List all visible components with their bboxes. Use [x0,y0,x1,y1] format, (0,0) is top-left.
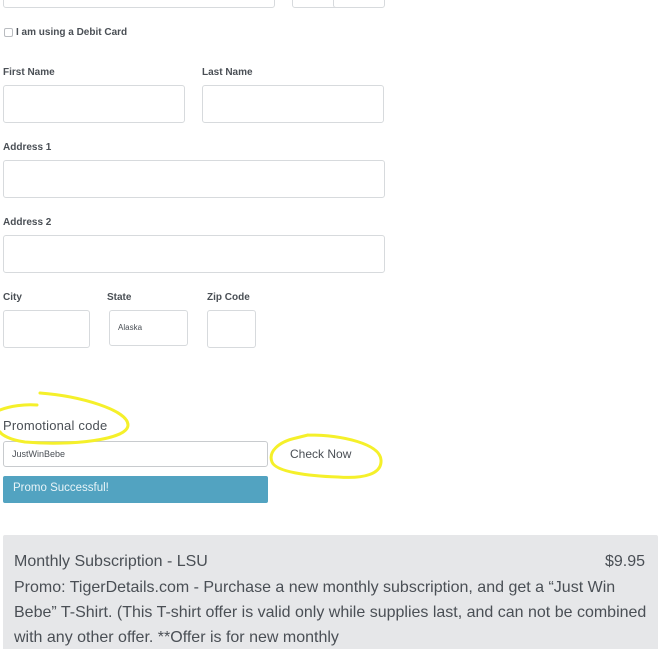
zip-input[interactable] [207,310,256,348]
card-number-input[interactable] [3,0,275,8]
state-label: State [107,292,132,303]
subscription-title: Monthly Subscription - LSU [14,553,208,570]
address1-input[interactable] [3,160,385,198]
promo-code-label: Promotional code [3,418,108,433]
last-name-label: Last Name [202,67,253,78]
address1-label: Address 1 [3,142,52,153]
promo-success-alert: Promo Successful! [3,476,268,503]
card-cvv-input[interactable] [333,0,385,8]
last-name-input[interactable] [202,85,384,123]
address2-label: Address 2 [3,217,52,228]
zip-label: Zip Code [207,292,250,303]
first-name-input[interactable] [3,85,185,123]
check-now-button[interactable]: Check Now [290,447,351,461]
debit-card-label: I am using a Debit Card [16,27,128,38]
order-summary: Monthly Subscription - LSU $9.95 Promo: … [3,535,658,649]
promo-code-input[interactable] [3,441,268,467]
promo-description: Promo: TigerDetails.com - Purchase a new… [14,579,647,646]
state-selected-value: Alaska [118,323,143,332]
subscription-price: $9.95 [604,553,645,570]
first-name-label: First Name [3,67,55,78]
city-label: City [3,292,22,303]
city-input[interactable] [3,310,90,348]
debit-card-checkbox[interactable] [4,28,13,37]
address2-input[interactable] [3,235,385,273]
state-select[interactable]: Alaska [109,310,188,346]
